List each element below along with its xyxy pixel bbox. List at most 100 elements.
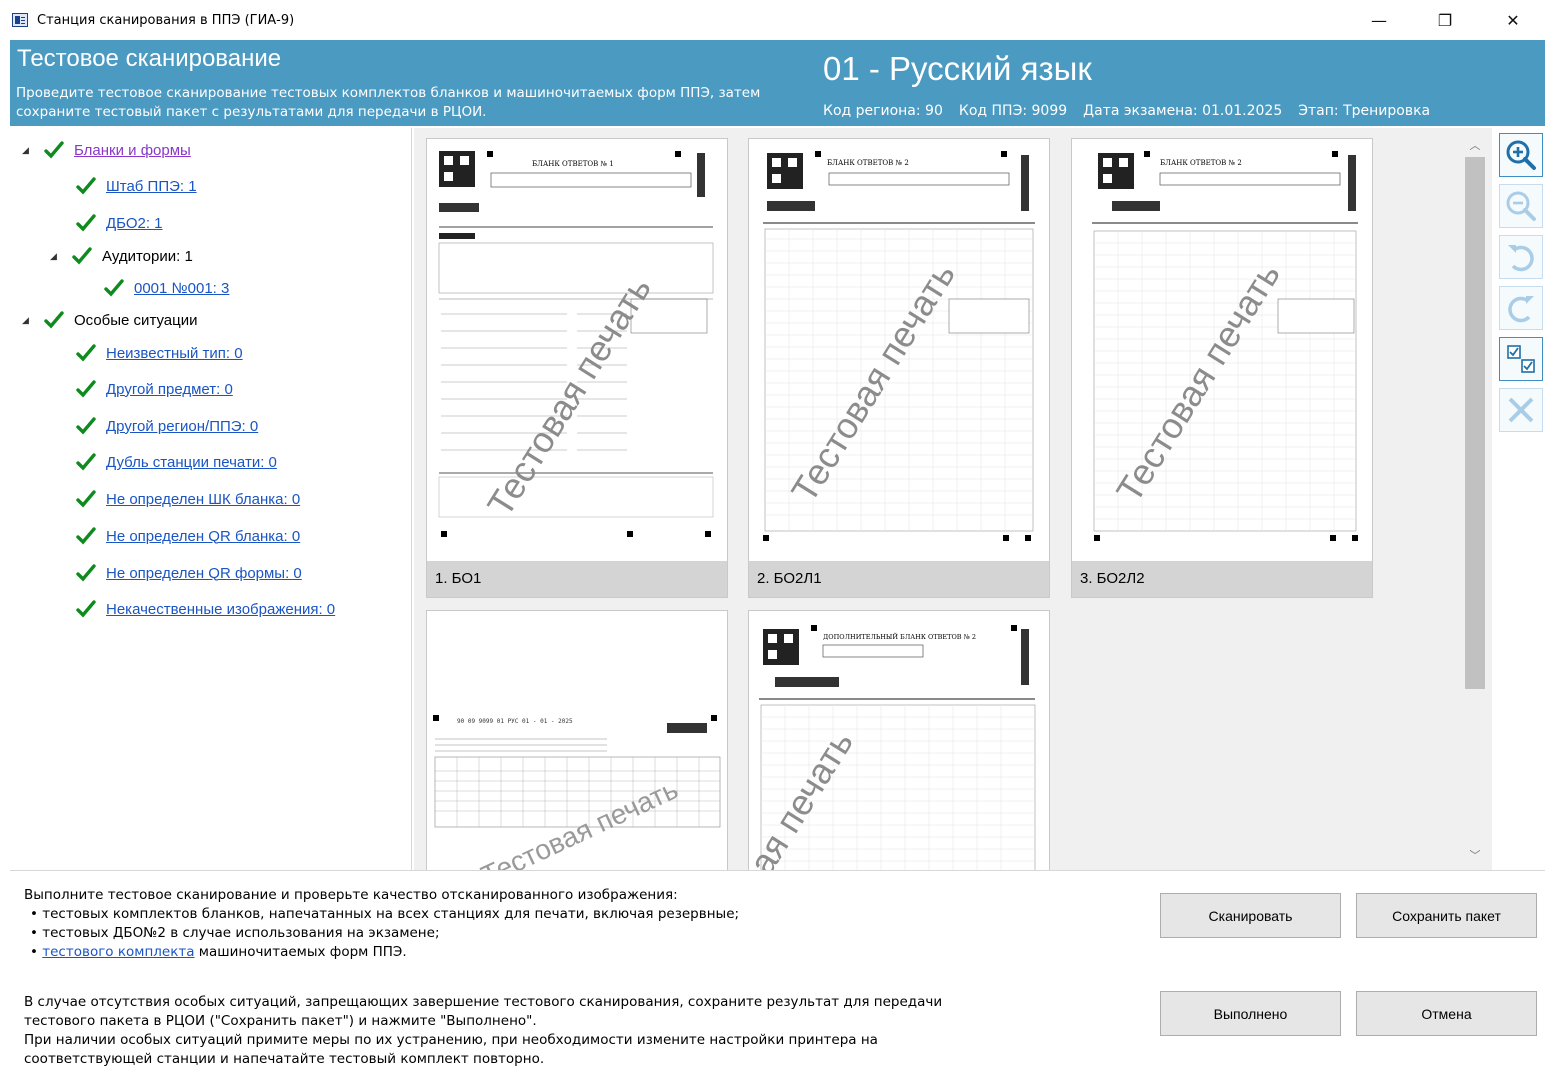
scroll-down-icon[interactable]: ﹀	[1463, 847, 1487, 865]
tree-item-staff[interactable]: Штаб ППЭ: 1	[76, 174, 197, 198]
watermark-text: Тестовая печать	[749, 723, 861, 870]
tree-item-label[interactable]: Дубль станции печати: 0	[106, 454, 277, 471]
scan-thumbnail[interactable]: БЛАНК ОТВЕТОВ № 2 Тестовая печать	[1072, 139, 1372, 559]
tree-item-forms[interactable]: ◢ Бланки и формы	[22, 138, 191, 162]
window-title: Станция сканирования в ППЭ (ГИА-9)	[37, 12, 295, 28]
tree-item-dbo2[interactable]: ДБО2: 1	[76, 211, 163, 235]
image-caption: 3. БО2Л2	[1072, 561, 1372, 597]
zoom-in-button[interactable]	[1499, 133, 1543, 177]
close-button[interactable]: ✕	[1490, 0, 1536, 40]
delete-icon	[1508, 397, 1534, 423]
scan-thumbnail[interactable]: ДОПОЛНИТЕЛЬНЫЙ БЛАНК ОТВЕТОВ № 2 Тестова…	[749, 611, 1049, 870]
title-bar: Станция сканирования в ППЭ (ГИА-9) — ❐ ✕	[0, 0, 1545, 40]
tree-item-label[interactable]: Некачественные изображения: 0	[106, 601, 335, 618]
scan-thumbnail[interactable]: 90 09 9099 01 РУС 01 - 01 - 2025 Тестова…	[427, 611, 727, 870]
tree-item-other-subject[interactable]: Другой предмет: 0	[76, 377, 233, 401]
rotate-right-button[interactable]	[1499, 286, 1543, 330]
bullet-text: машиночитаемых форм ППЭ.	[194, 944, 407, 960]
scroll-up-icon[interactable]: ︿	[1463, 137, 1487, 155]
tree-item-label[interactable]: Не определен ШК бланка: 0	[106, 491, 300, 508]
rotate-left-button[interactable]	[1499, 235, 1543, 279]
check-icon	[76, 380, 96, 398]
scan-thumbnail[interactable]: БЛАНК ОТВЕТОВ № 1 Тестовая печать	[427, 139, 727, 559]
minimize-button[interactable]: —	[1356, 0, 1402, 40]
zoom-out-button[interactable]	[1499, 184, 1543, 228]
expand-triangle-icon[interactable]: ◢	[22, 315, 32, 326]
header-banner: Тестовое сканирование Проведите тестовое…	[10, 40, 1545, 126]
ppe-code: Код ППЭ: 9099	[958, 103, 1068, 119]
check-icon	[76, 344, 96, 362]
rotate-right-icon	[1508, 296, 1534, 323]
forms-tree: ◢ Бланки и формы Штаб ППЭ: 1 ДБО2: 1 ◢ А…	[10, 128, 412, 870]
instruction-bullet: • тестовых комплектов бланков, напечатан…	[30, 906, 740, 922]
instructions-secondary: В случае отсутствия особых ситуаций, зап…	[24, 993, 1124, 1069]
tree-item-no-qr-form[interactable]: Не определен QR формы: 0	[76, 561, 302, 585]
tree-item-auditoriums[interactable]: ◢ Аудитории: 1	[50, 244, 193, 268]
tree-item-room-0001[interactable]: 0001 №001: 3	[104, 276, 229, 300]
instruction-line: тестового пакета в РЦОИ ("Сохранить паке…	[24, 1013, 537, 1029]
bullet-text: тестовых ДБО№2 в случае использования на…	[42, 925, 440, 941]
tree-item-label[interactable]: Другой регион/ППЭ: 0	[106, 418, 258, 435]
maximize-button[interactable]: ❐	[1422, 0, 1468, 40]
image-caption: 1. БО1	[427, 561, 727, 597]
tree-item-label: Аудитории: 1	[102, 247, 193, 265]
check-icon	[44, 141, 64, 159]
image-card[interactable]: БЛАНК ОТВЕТОВ № 2	[748, 138, 1050, 598]
expand-triangle-icon[interactable]: ◢	[22, 145, 32, 156]
minimize-icon: —	[1371, 10, 1387, 30]
watermark-text: Тестовая печать	[479, 269, 659, 523]
tree-item-no-barcode[interactable]: Не определен ШК бланка: 0	[76, 487, 300, 511]
exam-date: Дата экзамена: 01.01.2025	[1083, 103, 1283, 119]
exam-meta: Код региона: 90 Код ППЭ: 9099 Дата экзам…	[823, 103, 1430, 119]
tree-item-no-qr-blank[interactable]: Не определен QR бланка: 0	[76, 524, 300, 548]
instruction-bullet: • тестового комплекта машиночитаемых фор…	[30, 944, 407, 960]
tree-item-duplicate-station[interactable]: Дубль станции печати: 0	[76, 450, 277, 474]
image-card[interactable]: 90 09 9099 01 РУС 01 - 01 - 2025 Тестова…	[426, 610, 728, 870]
tree-item-unknown-type[interactable]: Неизвестный тип: 0	[76, 341, 243, 365]
tree-item-label[interactable]: Не определен QR формы: 0	[106, 565, 302, 582]
cancel-button[interactable]: Отмена	[1356, 991, 1537, 1036]
tree-item-bad-images[interactable]: Некачественные изображения: 0	[76, 597, 335, 621]
image-card[interactable]: БЛАНК ОТВЕТОВ № 1 Тестовая печать 1. БО1	[426, 138, 728, 598]
tree-item-label[interactable]: Неизвестный тип: 0	[106, 345, 243, 362]
scrollbar-thumb[interactable]	[1465, 157, 1485, 689]
instruction-bullet: • тестовых ДБО№2 в случае использования …	[30, 925, 440, 941]
image-card[interactable]: БЛАНК ОТВЕТОВ № 2	[1071, 138, 1373, 598]
expand-triangle-icon[interactable]: ◢	[50, 251, 60, 262]
svg-text:90 09 9099 01 РУС 01 - 01: 90 09 9099 01 РУС 01 - 01 - 2025	[457, 718, 573, 725]
check-icon	[76, 177, 96, 195]
check-icon	[72, 247, 92, 265]
tree-item-label[interactable]: Не определен QR бланка: 0	[106, 528, 300, 545]
delete-button[interactable]	[1499, 388, 1543, 432]
tree-item-label[interactable]: ДБО2: 1	[106, 215, 163, 232]
tree-item-other-region[interactable]: Другой регион/ППЭ: 0	[76, 414, 258, 438]
watermark-text: Тестовая печать	[476, 773, 682, 870]
tree-item-special-situations[interactable]: ◢ Особые ситуации	[22, 308, 198, 332]
gallery-scrollbar[interactable]: ︿ ﹀	[1463, 135, 1487, 867]
check-list-button[interactable]	[1499, 337, 1543, 381]
image-card[interactable]: ДОПОЛНИТЕЛЬНЫЙ БЛАНК ОТВЕТОВ № 2 Тестова…	[748, 610, 1050, 870]
tree-item-label[interactable]: Штаб ППЭ: 1	[106, 178, 197, 195]
instructions: Выполните тестовое сканирование и провер…	[24, 886, 1124, 962]
form-title: ДОПОЛНИТЕЛЬНЫЙ БЛАНК ОТВЕТОВ № 2	[823, 632, 976, 641]
tree-item-label[interactable]: Бланки и формы	[74, 142, 191, 159]
form-image: БЛАНК ОТВЕТОВ № 2 Тестовая печать	[763, 151, 1035, 541]
save-package-button[interactable]: Сохранить пакет	[1356, 893, 1537, 938]
tree-item-label[interactable]: 0001 №001: 3	[134, 280, 229, 297]
check-icon	[76, 600, 96, 618]
form-title: БЛАНК ОТВЕТОВ № 2	[827, 159, 909, 167]
check-icon	[76, 214, 96, 232]
form-image: БЛАНК ОТВЕТОВ № 2 Тестовая печать	[1092, 151, 1358, 541]
tree-item-label[interactable]: Другой предмет: 0	[106, 381, 233, 398]
done-button[interactable]: Выполнено	[1160, 991, 1341, 1036]
scan-button[interactable]: Сканировать	[1160, 893, 1341, 938]
check-icon	[104, 279, 124, 297]
scan-thumbnail[interactable]: БЛАНК ОТВЕТОВ № 2 Тестовая печать	[749, 139, 1049, 559]
check-icon	[76, 490, 96, 508]
region-code: Код региона: 90	[823, 103, 943, 119]
test-kit-link[interactable]: тестового комплекта	[42, 944, 194, 960]
form-image: БЛАНК ОТВЕТОВ № 1 Тестовая печать	[438, 151, 714, 537]
tree-item-label: Особые ситуации	[74, 311, 198, 329]
watermark-text: Тестовая печать	[783, 255, 963, 509]
check-icon	[76, 453, 96, 471]
